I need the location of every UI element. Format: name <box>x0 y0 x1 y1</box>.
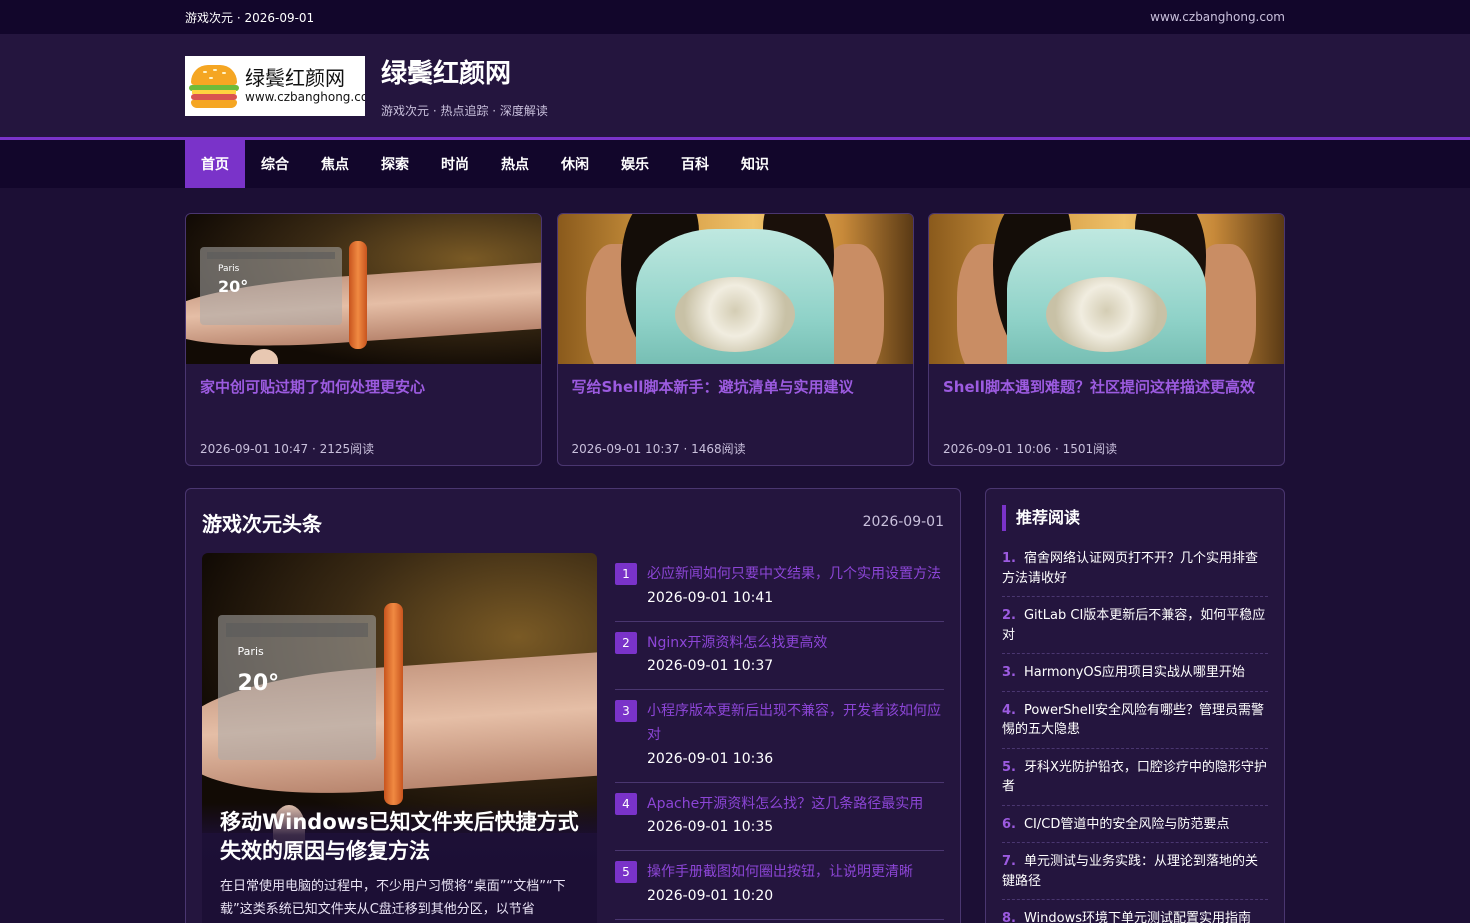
topbar-date: 游戏次元 · 2026-09-01 <box>185 10 315 25</box>
rank-badge: 2 <box>615 631 637 654</box>
burger-icon <box>189 61 239 111</box>
rank-badge: 5 <box>615 861 637 884</box>
rank-badge: 3 <box>615 700 637 723</box>
news-time: 2026-09-01 10:36 <box>647 750 774 767</box>
news-title[interactable]: 必应新闻如何只要中文结果，几个实用设置方法 <box>647 563 944 587</box>
nav-item-leisure[interactable]: 休闲 <box>545 140 605 188</box>
nav-item-knowledge[interactable]: 知识 <box>725 140 785 188</box>
list-item[interactable]: 7. 单元测试与业务实践：从理论到落地的关键路径 <box>1002 852 1268 900</box>
nav-item-entertainment[interactable]: 娱乐 <box>605 140 665 188</box>
list-item[interactable]: 8. Windows环境下单元测试配置实用指南 <box>1002 909 1268 923</box>
news-time: 2026-09-01 10:35 <box>647 819 774 836</box>
featured-card[interactable]: Paris 20° 家中创可贴过期了如何处理更安心 2026-09-01 10:… <box>185 213 542 466</box>
sidebar-title: 推荐阅读 <box>1002 505 1268 531</box>
list-item[interactable]: 1. 宿舍网络认证网页打不开？几个实用排查方法请收好 <box>1002 549 1268 597</box>
item-title[interactable]: 牙科X光防护铅衣，口腔诊疗中的隐形守护者 <box>1002 760 1267 795</box>
hero-image-wrist-display[interactable]: Paris 20° <box>202 553 597 850</box>
featured-card[interactable]: 写给Shell脚本新手：避坑清单与实用建议 2026-09-01 10:37 ·… <box>556 213 914 466</box>
nav-item-fashion[interactable]: 时尚 <box>425 140 485 188</box>
site-tagline: 游戏次元 · 热点追踪 · 深度解读 <box>381 103 548 118</box>
card-image-dress[interactable] <box>557 214 913 364</box>
item-title[interactable]: 宿舍网络认证网页打不开？几个实用排查方法请收好 <box>1002 551 1258 586</box>
news-title[interactable]: 操作手册截图如何圈出按钮，让说明更清晰 <box>647 861 944 885</box>
rank-badge: 1 <box>615 563 637 585</box>
news-time: 2026-09-01 10:41 <box>647 589 774 606</box>
item-index: 7. <box>1002 854 1016 869</box>
item-index: 2. <box>1002 608 1016 623</box>
news-title[interactable]: 小程序版本更新后出现不兼容，开发者该如何应对 <box>647 700 944 748</box>
news-time: 2026-09-01 10:37 <box>647 658 774 675</box>
hero-title[interactable]: 移动Windows已知文件夹后快捷方式失效的原因与修复方法 <box>220 808 580 867</box>
main-nav: 首页 综合 焦点 探索 时尚 热点 休闲 娱乐 百科 知识 <box>0 140 1470 188</box>
item-title[interactable]: HarmonyOS应用项目实战从哪里开始 <box>1024 665 1245 680</box>
card-title[interactable]: 家中创可贴过期了如何处理更安心 <box>200 376 527 416</box>
recommended-list: 1. 宿舍网络认证网页打不开？几个实用排查方法请收好 2. GitLab CI版本更… <box>1002 549 1268 923</box>
news-time: 2026-09-01 10:20 <box>647 887 774 904</box>
item-title[interactable]: PowerShell安全风险有哪些？管理员需警惕的五大隐患 <box>1002 703 1264 738</box>
item-index: 5. <box>1002 759 1016 775</box>
image-city-label: Paris <box>237 645 264 659</box>
image-city-label: Paris <box>217 263 240 274</box>
list-item[interactable]: 4 Apache开源资料怎么找？这几条路径最实用 2026-09-01 10:3… <box>615 783 944 852</box>
topbar-site-url[interactable]: www.czbanghong.com <box>1150 10 1285 24</box>
card-title[interactable]: 写给Shell脚本新手：避坑清单与实用建议 <box>572 376 899 416</box>
list-item[interactable]: 5. 牙科X光防护铅衣，口腔诊疗中的隐形守护者 <box>1002 758 1268 806</box>
card-image-wrist-display[interactable]: Paris 20° <box>186 214 541 364</box>
list-item[interactable]: 3. HarmonyOS应用项目实战从哪里开始 <box>1002 663 1268 692</box>
nav-item-hot[interactable]: 热点 <box>485 140 545 188</box>
logo-name: 绿鬓红颜网 <box>245 65 345 90</box>
item-title[interactable]: CI/CD管道中的安全风险与防范要点 <box>1024 817 1229 832</box>
nav-item-focus[interactable]: 焦点 <box>305 140 365 188</box>
image-temp-label: 20° <box>237 670 280 696</box>
list-item[interactable]: 5 操作手册截图如何圈出按钮，让说明更清晰 2026-09-01 10:20 <box>615 851 944 920</box>
item-index: 8. <box>1002 911 1016 923</box>
panel-date: 2026-09-01 <box>862 514 944 530</box>
list-item[interactable]: 2 Nginx开源资料怎么找更高效 2026-09-01 10:37 <box>615 622 944 691</box>
card-meta: 2026-09-01 10:37 · 1468阅读 <box>571 442 746 456</box>
item-title[interactable]: Windows环境下单元测试配置实用指南 <box>1024 911 1251 923</box>
item-title[interactable]: 单元测试与业务实践：从理论到落地的关键路径 <box>1002 854 1258 889</box>
nav-item-home[interactable]: 首页 <box>185 140 245 188</box>
top-bar: 游戏次元 · 2026-09-01 www.czbanghong.com <box>0 0 1470 34</box>
nav-item-encyclopedia[interactable]: 百科 <box>665 140 725 188</box>
list-item[interactable]: 4. PowerShell安全风险有哪些？管理员需警惕的五大隐患 <box>1002 701 1268 749</box>
panel-title: 游戏次元头条 <box>202 511 322 536</box>
card-title[interactable]: Shell脚本遇到难题？社区提问这样描述更高效 <box>943 376 1270 416</box>
featured-card[interactable]: Shell脚本遇到难题？社区提问这样描述更高效 2026-09-01 10:06… <box>928 213 1285 466</box>
list-item[interactable]: 1 必应新闻如何只要中文结果，几个实用设置方法 2026-09-01 10:41 <box>615 553 944 622</box>
card-meta: 2026-09-01 10:47 · 2125阅读 <box>200 442 375 456</box>
list-item[interactable]: 6. CI/CD管道中的安全风险与防范要点 <box>1002 815 1268 843</box>
logo-url: www.czbanghong.com <box>245 89 365 104</box>
site-logo[interactable]: 绿鬓红颜网 www.czbanghong.com <box>185 55 365 116</box>
list-item[interactable]: 3 小程序版本更新后出现不兼容，开发者该如何应对 2026-09-01 10:3… <box>615 690 944 783</box>
item-index: 3. <box>1002 665 1016 680</box>
card-image-dress[interactable] <box>929 214 1284 364</box>
headline-panel: 游戏次元头条 2026-09-01 Paris 20° 移动Windows已知文… <box>185 488 961 923</box>
site-title[interactable]: 绿鬓红颜网 <box>381 53 548 90</box>
news-title[interactable]: Nginx开源资料怎么找更高效 <box>647 632 944 656</box>
list-item[interactable]: 2. GitLab CI版本更新后不兼容，如何平稳应对 <box>1002 606 1268 654</box>
item-index: 4. <box>1002 702 1016 718</box>
nav-item-general[interactable]: 综合 <box>245 140 305 188</box>
rank-badge: 4 <box>615 792 637 815</box>
card-meta: 2026-09-01 10:06 · 1501阅读 <box>943 442 1118 456</box>
image-temp-label: 20° <box>217 277 249 296</box>
hero-article[interactable]: Paris 20° 移动Windows已知文件夹后快捷方式失效的原因与修复方法 … <box>202 553 597 923</box>
item-index: 6. <box>1002 816 1016 832</box>
site-header: 绿鬓红颜网 www.czbanghong.com 绿鬓红颜网 游戏次元 · 热点… <box>0 34 1470 140</box>
nav-item-explore[interactable]: 探索 <box>365 140 425 188</box>
hero-excerpt: 在日常使用电脑的过程中，不少用户习惯将“桌面”“文档”“下载”这类系统已知文件夹… <box>220 879 566 918</box>
featured-cards: Paris 20° 家中创可贴过期了如何处理更安心 2026-09-01 10:… <box>185 213 1285 466</box>
news-title[interactable]: Apache开源资料怎么找？这几条路径最实用 <box>647 793 944 817</box>
item-title[interactable]: GitLab CI版本更新后不兼容，如何平稳应对 <box>1002 608 1265 643</box>
item-index: 1. <box>1002 551 1016 566</box>
recommended-panel: 推荐阅读 1. 宿舍网络认证网页打不开？几个实用排查方法请收好 2. GitLab … <box>985 488 1285 923</box>
news-list: 1 必应新闻如何只要中文结果，几个实用设置方法 2026-09-01 10:41… <box>615 553 944 923</box>
